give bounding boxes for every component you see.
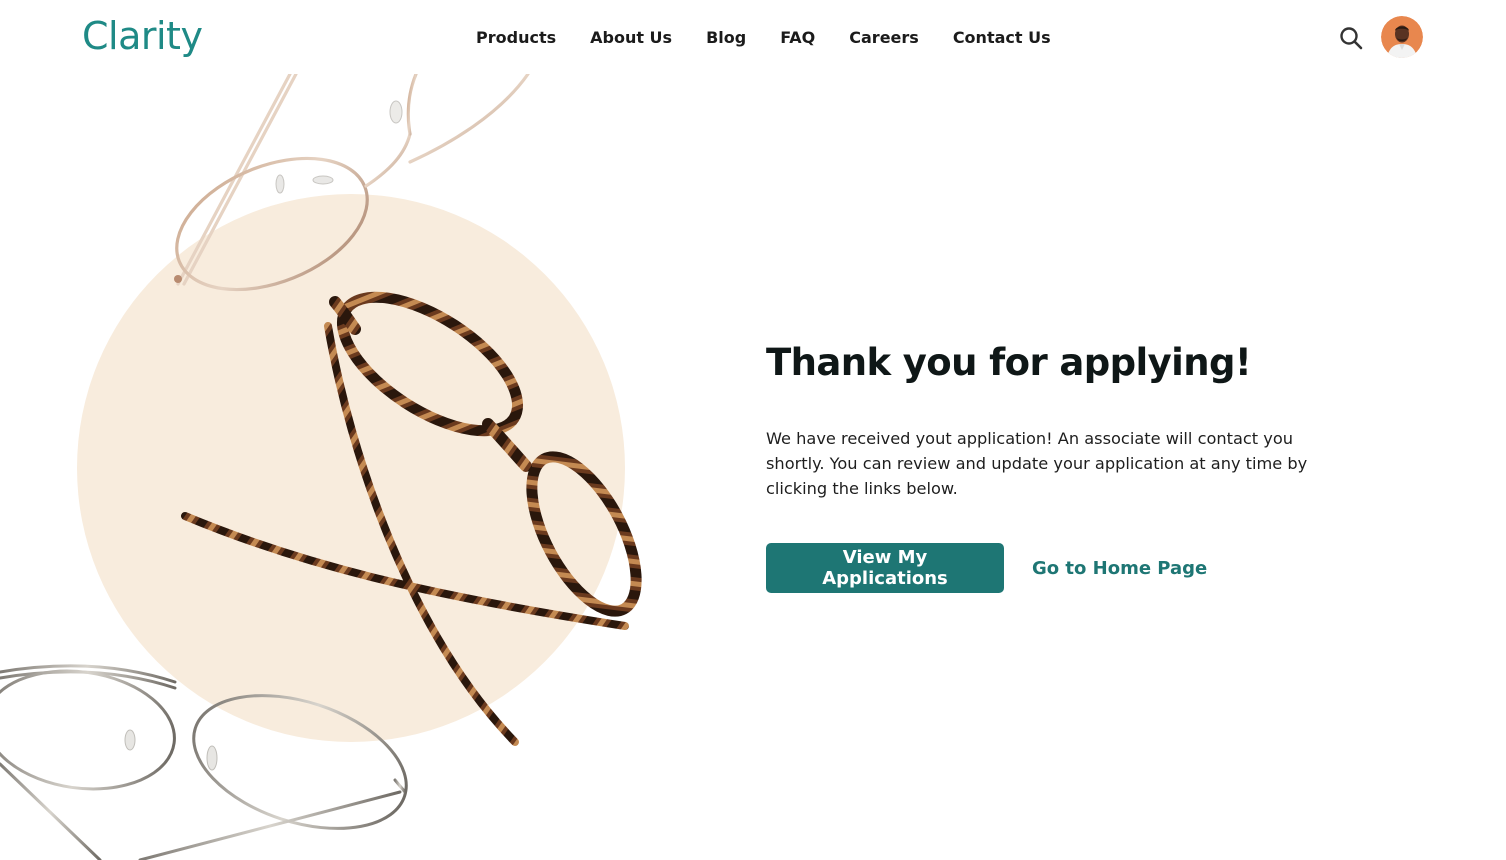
confirmation-page: Clarity Products About Us Blog FAQ Caree… (0, 0, 1506, 860)
search-icon[interactable] (1338, 25, 1364, 51)
user-avatar[interactable] (1381, 16, 1423, 58)
nav-contact-us[interactable]: Contact Us (953, 27, 1051, 49)
main-nav: Products About Us Blog FAQ Careers Conta… (476, 27, 1085, 49)
confirmation-content: Thank you for applying! We have received… (766, 336, 1326, 593)
nav-careers[interactable]: Careers (849, 27, 919, 49)
page-title: Thank you for applying! (766, 341, 1252, 384)
nav-about-us[interactable]: About Us (590, 27, 672, 49)
nav-products[interactable]: Products (476, 27, 556, 49)
eyeglasses-illustration (0, 74, 642, 860)
nav-blog[interactable]: Blog (706, 27, 746, 49)
view-applications-button[interactable]: View My Applications (766, 543, 1004, 593)
background-circle (77, 194, 625, 742)
confirmation-message: We have received yout application! An as… (766, 429, 1308, 498)
home-page-link[interactable]: Go to Home Page (1032, 558, 1207, 579)
nav-faq[interactable]: FAQ (780, 27, 815, 49)
action-row: View My Applications Go to Home Page (766, 543, 1326, 593)
logo[interactable]: Clarity (82, 14, 203, 58)
